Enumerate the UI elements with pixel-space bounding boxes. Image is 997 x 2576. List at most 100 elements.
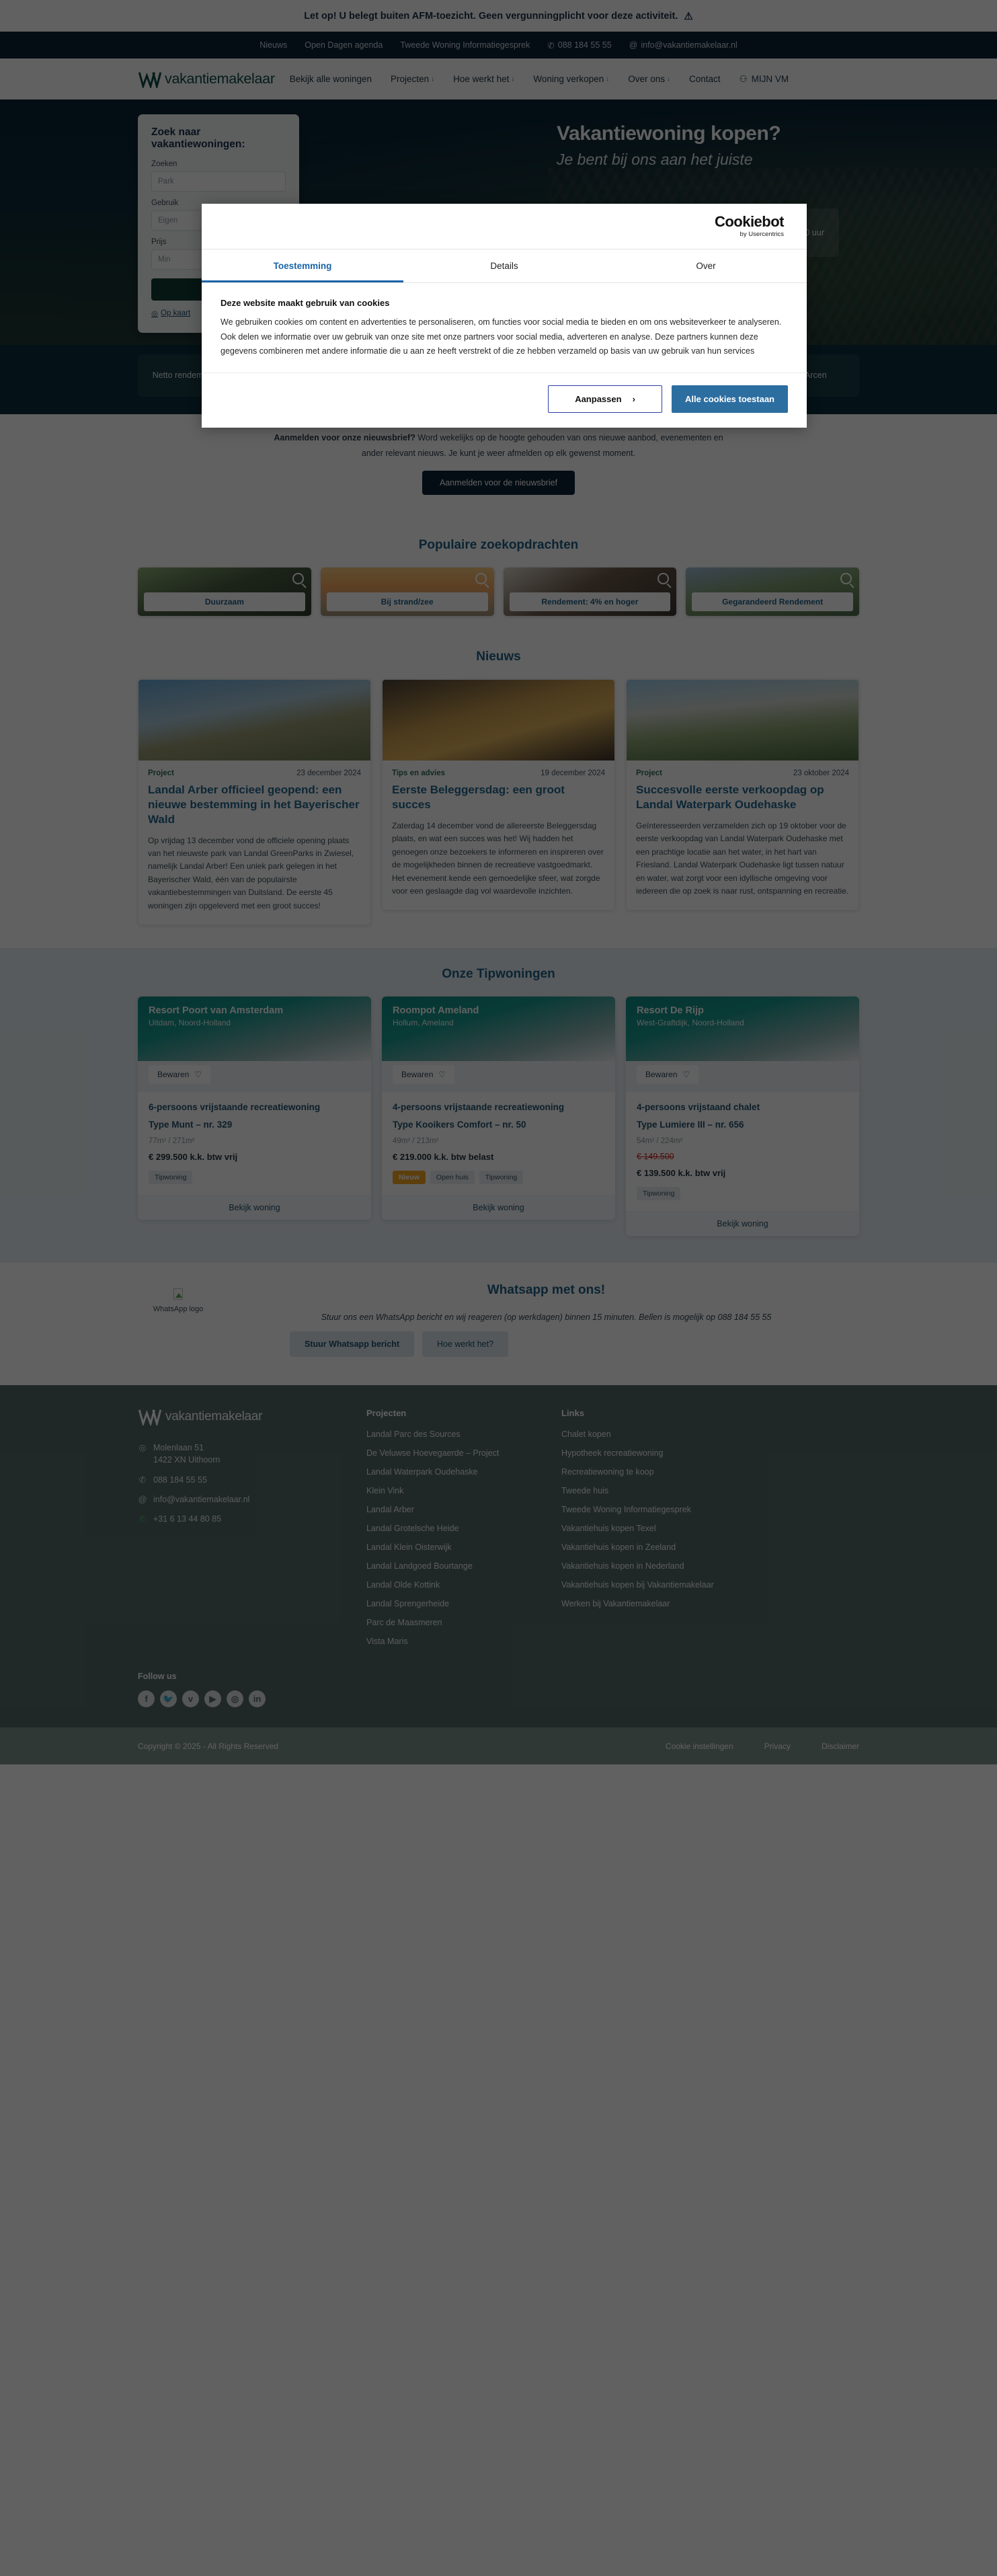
utility-phone[interactable]: ✆ 088 184 55 55	[547, 40, 611, 50]
footer-address: ◎ Molenlaan 51 1422 XN Uithoorn	[138, 1442, 366, 1466]
utility-email[interactable]: @ info@vakantiemakelaar.nl	[629, 40, 737, 50]
footer-project-link[interactable]: Landal Landgoed Bourtange	[366, 1561, 561, 1571]
save-property-button[interactable]: Bewaren ♡	[393, 1065, 455, 1085]
nav-item-hoe-werkt-het[interactable]: Hoe werkt het ↓	[453, 74, 514, 84]
nav-item-alle-woningen[interactable]: Bekijk alle woningen	[290, 74, 372, 84]
youtube-icon[interactable]: ▶	[204, 1690, 221, 1708]
twitter-icon[interactable]: 🐦	[160, 1690, 177, 1708]
footer-link[interactable]: Recreatiewoning te koop	[561, 1467, 783, 1477]
search-input[interactable]: Park	[151, 171, 286, 192]
view-property-button[interactable]: Bekijk woning	[626, 1211, 859, 1237]
hero-copy: Vakantiewoning kopen? Je bent bij ons aa…	[557, 122, 960, 169]
footer-project-link[interactable]: Landal Sprengerheide	[366, 1599, 561, 1608]
news-card[interactable]: Project 23 december 2024 Landal Arber of…	[138, 679, 371, 926]
tip-properties-title: Onze Tipwoningen	[442, 967, 555, 982]
footer-project-link[interactable]: Landal Olde Kottink	[366, 1580, 561, 1590]
utility-link-open-dagen[interactable]: Open Dagen agenda	[305, 40, 383, 50]
property-card[interactable]: Resort De Rijp West-Graftdijk, Noord-Hol…	[626, 997, 859, 1237]
news-title: Nieuws	[476, 650, 521, 664]
footer-project-link[interactable]: Landal Grotelsche Heide	[366, 1524, 561, 1533]
footer-project-link[interactable]: Klein Vink	[366, 1486, 561, 1495]
nav-item-woning-verkopen[interactable]: Woning verkopen ↓	[533, 74, 609, 84]
utility-link-informatiegesprek[interactable]: Tweede Woning Informatiegesprek	[400, 40, 530, 50]
cookie-settings-link[interactable]: Cookie instellingen	[666, 1742, 733, 1751]
footer-logo[interactable]: vakantiemakelaar	[138, 1408, 366, 1426]
disclaimer-link[interactable]: Disclaimer	[822, 1742, 859, 1751]
cookie-consent-dialog: Cookiebot by Usercentrics Toestemming De…	[202, 204, 807, 428]
whatsapp-section: WhatsApp logo Whatsapp met ons! Stuur on…	[0, 1263, 997, 1386]
news-card[interactable]: Tips en advies 19 december 2024 Eerste B…	[382, 679, 615, 911]
how-it-works-button[interactable]: Hoe werkt het?	[422, 1331, 509, 1358]
footer-columns: vakantiemakelaar ◎ Molenlaan 51 1422 XN …	[138, 1408, 859, 1655]
news-card[interactable]: Project 23 oktober 2024 Succesvolle eers…	[626, 679, 859, 911]
footer-link[interactable]: Vakantiehuis kopen in Zeeland	[561, 1543, 783, 1552]
property-resort-name: Roompot Ameland	[393, 1005, 479, 1017]
vimeo-icon[interactable]: v	[182, 1690, 199, 1708]
tab-over[interactable]: Over	[605, 249, 807, 282]
popular-card-rendement-4[interactable]: Rendement: 4% en hoger	[503, 568, 677, 617]
popular-card-strand-zee[interactable]: Bij strand/zee	[320, 568, 494, 617]
property-size: 77m² / 271m²	[149, 1137, 195, 1146]
footer-email[interactable]: @ info@vakantiemakelaar.nl	[138, 1493, 366, 1506]
footer-project-link[interactable]: Landal Arber	[366, 1505, 561, 1514]
linkedin-icon[interactable]: in	[249, 1690, 266, 1708]
popular-card-duurzaam[interactable]: Duurzaam	[138, 568, 311, 617]
customize-cookies-button[interactable]: Aanpassen ›	[548, 385, 663, 413]
save-property-button[interactable]: Bewaren ♡	[149, 1065, 211, 1085]
footer-project-link[interactable]: De Veluwse Hoevegaerde – Project	[366, 1448, 561, 1458]
footer-brand-column: vakantiemakelaar ◎ Molenlaan 51 1422 XN …	[138, 1408, 366, 1655]
status-badge-open-huis: Open huis	[430, 1171, 475, 1185]
send-whatsapp-button[interactable]: Stuur Whatsapp bericht	[290, 1331, 414, 1358]
nav-item-over-ons[interactable]: Over ons ↓	[628, 74, 670, 84]
footer-phone[interactable]: ✆ 088 184 55 55	[138, 1474, 366, 1486]
utility-link-nieuws[interactable]: Nieuws	[260, 40, 287, 50]
property-location: West-Graftdijk, Noord-Holland	[637, 1018, 744, 1028]
footer-link[interactable]: Tweede huis	[561, 1486, 783, 1495]
property-card[interactable]: Roompot Ameland Hollum, Ameland Bewaren …	[382, 997, 615, 1220]
nav-item-projecten[interactable]: Projecten ↓	[391, 74, 434, 84]
utility-bar: Nieuws Open Dagen agenda Tweede Woning I…	[0, 32, 997, 58]
nav-item-contact[interactable]: Contact	[689, 74, 721, 84]
property-type: 6-persoons vrijstaande recreatiewoning	[149, 1102, 321, 1113]
instagram-icon[interactable]: ◎	[227, 1690, 243, 1708]
footer-link[interactable]: Tweede Woning Informatiegesprek	[561, 1505, 783, 1514]
footer-project-link[interactable]: Landal Waterpark Oudehaske	[366, 1467, 561, 1477]
footer-link[interactable]: Vakantiehuis kopen in Nederland	[561, 1561, 783, 1571]
popular-card-gegarandeerd-rendement[interactable]: Gegarandeerd Rendement	[686, 568, 859, 617]
news-headline: Landal Arber officieel geopend: een nieu…	[148, 783, 360, 826]
whatsapp-buttons: Stuur Whatsapp bericht Hoe werkt het?	[233, 1331, 859, 1358]
property-card-header: Resort De Rijp West-Graftdijk, Noord-Hol…	[626, 997, 859, 1062]
news-card-body: Project 23 oktober 2024 Succesvolle eers…	[627, 760, 859, 910]
footer-link[interactable]: Hypotheek recreatiewoning	[561, 1448, 783, 1458]
popular-card-label: Gegarandeerd Rendement	[692, 592, 853, 612]
footer-link[interactable]: Werken bij Vakantiemakelaar	[561, 1599, 783, 1608]
search-icon	[657, 573, 670, 585]
footer-whatsapp[interactable]: ✆ +31 6 13 44 80 85	[138, 1513, 366, 1525]
tab-toestemming[interactable]: Toestemming	[202, 249, 403, 282]
save-property-button[interactable]: Bewaren ♡	[637, 1065, 699, 1085]
view-property-button[interactable]: Bekijk woning	[382, 1195, 615, 1220]
property-tags: Tipwoning	[149, 1171, 360, 1185]
allow-all-cookies-button[interactable]: Alle cookies toestaan	[672, 385, 788, 413]
footer-links-column: Links Chalet kopen Hypotheek recreatiewo…	[561, 1408, 783, 1655]
view-property-button[interactable]: Bekijk woning	[138, 1195, 371, 1220]
chevron-right-icon: ›	[632, 393, 635, 404]
footer-project-link[interactable]: Parc de Maasmeren	[366, 1618, 561, 1627]
property-card[interactable]: Resort Poort van Amsterdam Uitdam, Noord…	[138, 997, 371, 1220]
heart-icon: ♡	[682, 1070, 690, 1080]
footer-project-link[interactable]: Vista Maris	[366, 1637, 561, 1646]
newsletter-signup-button[interactable]: Aanmelden voor de nieuwsbrief	[422, 471, 575, 496]
at-icon: @	[138, 1494, 147, 1504]
nav-item-mijn-vm[interactable]: ⚇ MIJN VM	[740, 74, 789, 85]
footer-project-link[interactable]: Landal Klein Oisterwijk	[366, 1543, 561, 1552]
footer-project-link[interactable]: Landal Parc des Sources	[366, 1430, 561, 1439]
property-price: € 219.000 k.k. btw belast	[393, 1152, 494, 1163]
facebook-icon[interactable]: f	[138, 1690, 155, 1708]
news-card-body: Tips en advies 19 december 2024 Eerste B…	[383, 760, 614, 910]
privacy-link[interactable]: Privacy	[764, 1742, 791, 1751]
tab-details[interactable]: Details	[403, 249, 605, 282]
footer-link[interactable]: Vakantiehuis kopen bij Vakantiemakelaar	[561, 1580, 783, 1590]
site-logo[interactable]: vakantiemakelaar	[138, 71, 275, 88]
footer-link[interactable]: Vakantiehuis kopen Texel	[561, 1524, 783, 1533]
footer-link[interactable]: Chalet kopen	[561, 1430, 783, 1439]
